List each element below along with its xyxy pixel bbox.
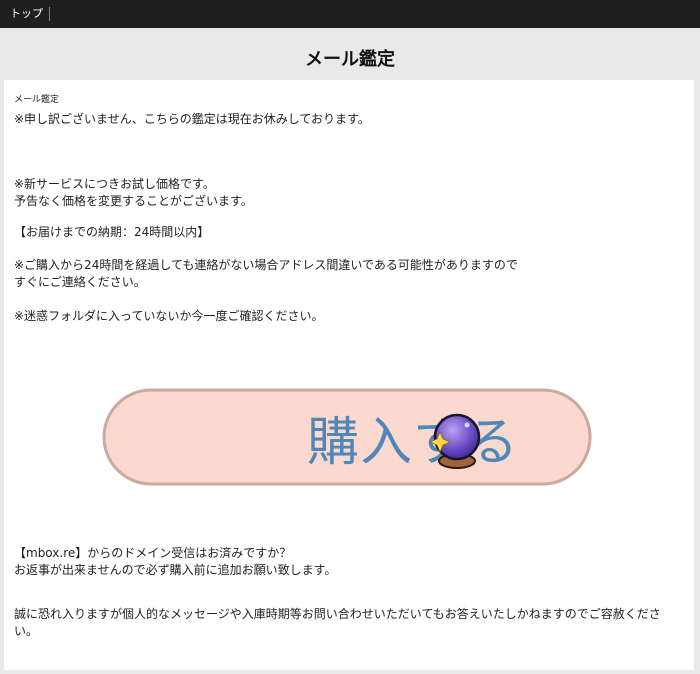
inquiry-disclaimer: 誠に恐れ入りますが個人的なメッセージや入庫時期等お問い合わせいただいてもお答えい…: [14, 607, 661, 638]
section-label: メール鑑定: [14, 95, 60, 105]
top-navigation-bar: トップ: [0, 0, 700, 28]
suspension-notice: ※申し訳ございません、こちらの鑑定は現在お休みしております。: [14, 112, 370, 126]
domain-line-2: お返事が出来ませんので必ず購入前に追加お願い致します。: [14, 563, 337, 577]
page-title: メール鑑定: [305, 49, 395, 70]
contact-notice: ※ご購入から24時間を経過しても連絡がない場合アドレス間違いである可能性がありま…: [14, 257, 518, 291]
spam-folder-notice: ※迷惑フォルダに入っていないか今一度ご確認ください。: [14, 309, 324, 323]
breadcrumb-top-link[interactable]: トップ: [10, 7, 50, 21]
crystal-ball-icon: [428, 413, 481, 469]
domain-notice: 【mbox.re】からのドメイン受信はお済みですか？ お返事が出来ませんので必ず…: [14, 545, 336, 579]
trial-price-notice: ※新サービスにつきお試し価格です。 予告なく価格を変更することがございます。: [14, 176, 253, 210]
trial-price-line-2: 予告なく価格を変更することがございます。: [14, 194, 253, 208]
trial-price-line-1: ※新サービスにつきお試し価格です。: [14, 177, 215, 191]
buy-button[interactable]: 購入する: [101, 387, 593, 487]
contact-line-2: すぐにご連絡ください。: [14, 275, 146, 289]
domain-line-1: 【mbox.re】からのドメイン受信はお済みですか？: [14, 546, 292, 560]
content-card: メール鑑定 ※申し訳ございません、こちらの鑑定は現在お休みしております。 ※新サ…: [4, 80, 694, 670]
contact-line-1: ※ご購入から24時間を経過しても連絡がない場合アドレス間違いである可能性がありま…: [14, 258, 518, 272]
delivery-time-notice: 【お届けまでの納期：24時間以内】: [14, 225, 210, 239]
